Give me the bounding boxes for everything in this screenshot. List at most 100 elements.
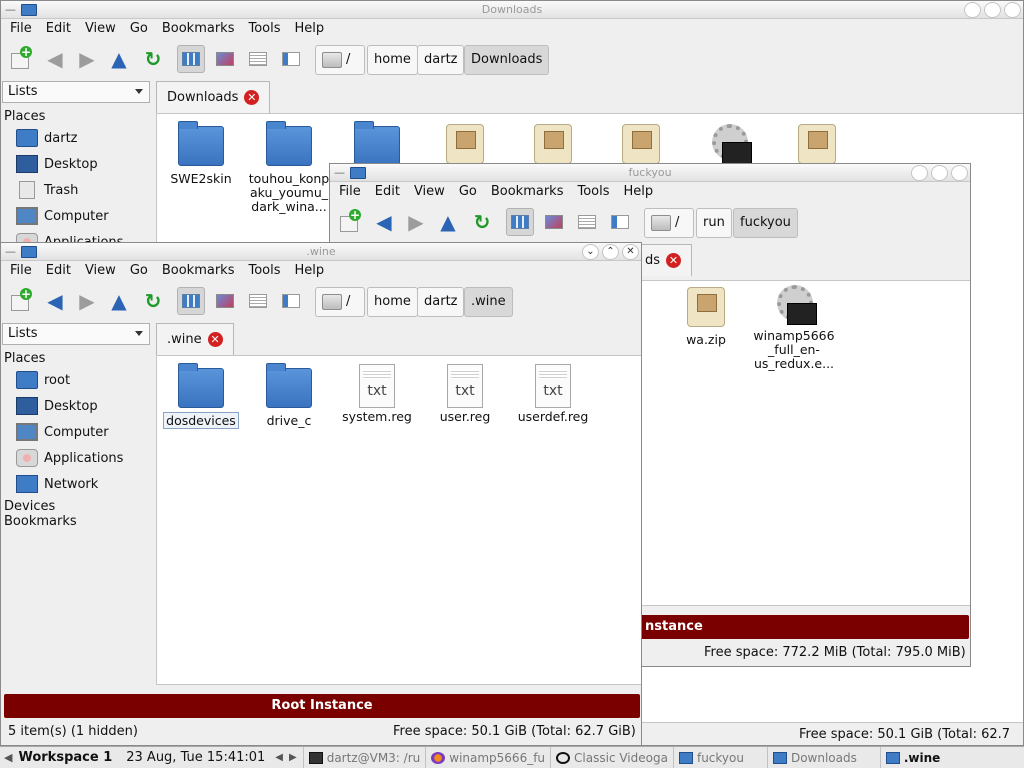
- file-item[interactable]: drive_c: [245, 363, 333, 428]
- crumb-home[interactable]: home: [367, 45, 418, 75]
- back-button[interactable]: ◀: [41, 287, 69, 315]
- crumb-dartz[interactable]: dartz: [417, 45, 465, 75]
- menu-bookmarks[interactable]: Bookmarks: [155, 262, 242, 282]
- forward-button[interactable]: ▶: [73, 45, 101, 73]
- new-tab-button[interactable]: [7, 45, 35, 73]
- detail-view-button[interactable]: [277, 287, 305, 315]
- task-classic-videogame[interactable]: Classic Videoga: [550, 746, 673, 768]
- crumb-root[interactable]: /: [644, 208, 694, 238]
- compact-view-button[interactable]: [244, 287, 272, 315]
- place-root[interactable]: root: [1, 367, 153, 393]
- thumbnail-view-button[interactable]: [211, 45, 239, 73]
- crumb-root[interactable]: /: [315, 45, 365, 75]
- file-item[interactable]: wa.zip: [662, 287, 750, 347]
- wine-titlebar[interactable]: — .wine ⌄ ⌃ ✕: [1, 243, 641, 261]
- up-button[interactable]: ▲: [434, 208, 462, 236]
- maximize-button[interactable]: [984, 2, 1001, 18]
- minimize-button[interactable]: [964, 2, 981, 18]
- detail-view-button[interactable]: [277, 45, 305, 73]
- side-pane-mode-select[interactable]: Lists: [2, 81, 150, 103]
- menu-file[interactable]: File: [330, 183, 368, 203]
- file-item[interactable]: txt user.reg: [421, 364, 509, 424]
- place-desktop[interactable]: Desktop: [1, 151, 153, 177]
- close-tab-icon[interactable]: ✕: [666, 253, 682, 268]
- maximize-button[interactable]: [931, 165, 948, 181]
- compact-view-button[interactable]: [244, 45, 272, 73]
- task-wine[interactable]: .wine: [879, 746, 945, 768]
- close-button[interactable]: [1004, 2, 1021, 18]
- menu-view[interactable]: View: [407, 183, 452, 203]
- menu-go[interactable]: Go: [123, 20, 155, 40]
- back-button[interactable]: ◀: [41, 45, 69, 73]
- menu-help[interactable]: Help: [617, 183, 661, 203]
- file-item[interactable]: dosdevices: [157, 363, 245, 429]
- menu-help[interactable]: Help: [288, 20, 332, 40]
- task-firefox[interactable]: winamp5666_fu: [425, 746, 550, 768]
- crumb-home[interactable]: home: [367, 287, 418, 317]
- downloads-titlebar[interactable]: — Downloads: [1, 1, 1023, 19]
- place-applications[interactable]: Applications: [1, 445, 153, 471]
- menu-go[interactable]: Go: [452, 183, 484, 203]
- detail-view-button[interactable]: [606, 208, 634, 236]
- task-terminal[interactable]: dartz@VM3: /ru: [302, 746, 426, 768]
- menu-bookmarks[interactable]: Bookmarks: [155, 20, 242, 40]
- crumb-downloads[interactable]: Downloads: [464, 45, 550, 75]
- task-scroll-left-icon[interactable]: ◀: [265, 752, 289, 763]
- forward-button[interactable]: ▶: [402, 208, 430, 236]
- menu-view[interactable]: View: [78, 20, 123, 40]
- task-fuckyou[interactable]: fuckyou: [672, 746, 767, 768]
- menu-help[interactable]: Help: [288, 262, 332, 282]
- place-computer[interactable]: Computer: [1, 203, 153, 229]
- place-computer[interactable]: Computer: [1, 419, 153, 445]
- icon-view-button[interactable]: [177, 45, 205, 73]
- up-button[interactable]: ▲: [105, 287, 133, 315]
- close-button[interactable]: [951, 165, 968, 181]
- bookmarks-header[interactable]: Bookmarks: [1, 514, 153, 530]
- fuckyou-titlebar[interactable]: — fuckyou: [330, 164, 970, 182]
- minimize-button[interactable]: ⌄: [582, 244, 599, 260]
- thumbnail-view-button[interactable]: [211, 287, 239, 315]
- workspace-switcher[interactable]: Workspace 1: [12, 750, 112, 765]
- forward-button[interactable]: ▶: [73, 287, 101, 315]
- file-item[interactable]: [685, 124, 773, 168]
- menu-tools[interactable]: Tools: [241, 262, 287, 282]
- crumb-fuckyou[interactable]: fuckyou: [733, 208, 798, 238]
- menu-bookmarks[interactable]: Bookmarks: [484, 183, 571, 203]
- menu-view[interactable]: View: [78, 262, 123, 282]
- side-pane-mode-select[interactable]: Lists: [2, 323, 150, 345]
- menu-tools[interactable]: Tools: [570, 183, 616, 203]
- crumb-dartz[interactable]: dartz: [417, 287, 465, 317]
- icon-view-button[interactable]: [177, 287, 205, 315]
- menu-edit[interactable]: Edit: [39, 262, 78, 282]
- reload-button[interactable]: ↻: [468, 208, 496, 236]
- crumb-wine[interactable]: .wine: [464, 287, 513, 317]
- file-item[interactable]: SWE2skin: [157, 121, 245, 186]
- new-tab-button[interactable]: [7, 287, 35, 315]
- crumb-root[interactable]: /: [315, 287, 365, 317]
- place-dartz[interactable]: dartz: [1, 125, 153, 151]
- file-item[interactable]: txt system.reg: [333, 364, 421, 424]
- menu-file[interactable]: File: [1, 20, 39, 40]
- tab-wine[interactable]: .wine ✕: [156, 323, 234, 355]
- workspace-prev-icon[interactable]: ◀: [0, 751, 12, 764]
- back-button[interactable]: ◀: [370, 208, 398, 236]
- place-network[interactable]: Network: [1, 471, 153, 497]
- menu-edit[interactable]: Edit: [39, 20, 78, 40]
- close-tab-icon[interactable]: ✕: [207, 332, 223, 347]
- file-item[interactable]: touhou_konp aku_youmu_ dark_wina...: [245, 121, 333, 214]
- up-button[interactable]: ▲: [105, 45, 133, 73]
- devices-header[interactable]: Devices: [1, 499, 153, 515]
- file-item[interactable]: winamp5666 _full_en- us_redux.e...: [750, 285, 838, 371]
- crumb-run[interactable]: run: [696, 208, 732, 238]
- menu-edit[interactable]: Edit: [368, 183, 407, 203]
- reload-button[interactable]: ↻: [139, 45, 167, 73]
- close-tab-icon[interactable]: ✕: [244, 90, 260, 105]
- minimize-button[interactable]: [911, 165, 928, 181]
- maximize-button[interactable]: ⌃: [602, 244, 619, 260]
- new-tab-button[interactable]: [336, 208, 364, 236]
- menu-file[interactable]: File: [1, 262, 39, 282]
- compact-view-button[interactable]: [573, 208, 601, 236]
- menu-go[interactable]: Go: [123, 262, 155, 282]
- task-scroll-right-icon[interactable]: ▶: [289, 752, 303, 763]
- close-button[interactable]: ✕: [622, 244, 639, 260]
